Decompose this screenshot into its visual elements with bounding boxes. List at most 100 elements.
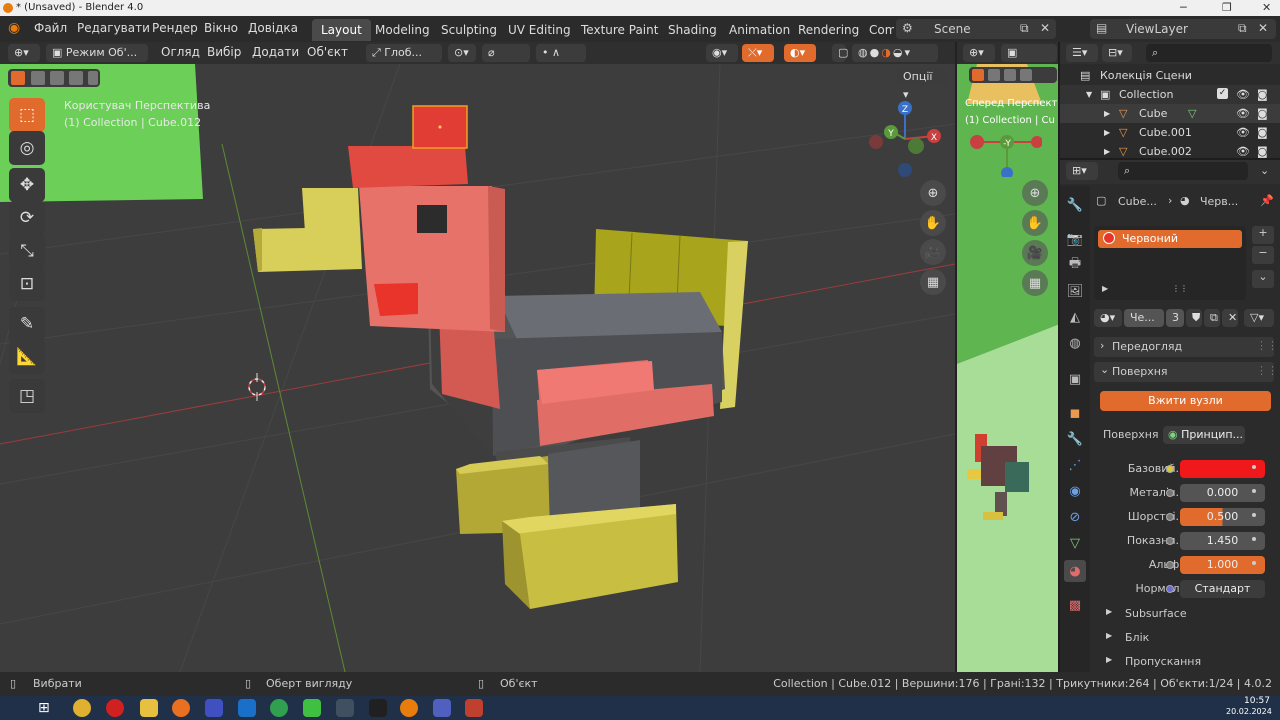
new-viewlayer-icon[interactable]: ⧉ <box>1238 21 1247 36</box>
camera-icon[interactable]: ◙ <box>1257 123 1268 142</box>
solid-shading-icon[interactable]: ● <box>870 46 882 59</box>
scene-selector[interactable]: ⚙ Scene ⧉ ✕ <box>896 19 1056 39</box>
expand-icon[interactable]: ▶ <box>1104 104 1110 123</box>
panel-preview[interactable]: › Передогляд ⋮⋮ <box>1094 337 1278 357</box>
menu-view[interactable]: Огляд <box>161 45 200 59</box>
material-slots-list[interactable]: Червоний ▶ ⋮⋮ <box>1094 226 1246 300</box>
tab-layout[interactable]: Layout <box>312 19 371 41</box>
select-mode-bar[interactable] <box>8 69 100 87</box>
menu-window[interactable]: Вікно <box>204 21 238 35</box>
save-app-icon[interactable] <box>205 699 223 717</box>
menu-help[interactable]: Довідка <box>248 21 298 35</box>
maximize-icon[interactable]: ❐ <box>1222 1 1232 14</box>
tab-compositing[interactable]: Com <box>860 19 894 41</box>
camera-icon[interactable]: ◙ <box>1257 142 1268 158</box>
select-intersect-icon[interactable] <box>88 71 98 85</box>
secondary-select-extend-icon[interactable] <box>988 69 1000 81</box>
render-tab-icon[interactable]: 📷 <box>1064 228 1086 250</box>
menu-render[interactable]: Рендер <box>152 21 198 35</box>
orientation-selector[interactable]: ⤢ Глоб... <box>366 44 442 62</box>
outliner-item-collection[interactable]: ▼ ▣ Collection ✓ 👁 ◙ <box>1060 85 1280 104</box>
properties-editor-type-icon[interactable]: ⊞▾ <box>1066 162 1098 180</box>
secondary-camera-icon[interactable]: 🎥 <box>1022 240 1048 266</box>
ior-field[interactable]: 1.450 <box>1180 532 1265 550</box>
subpanel-transmission[interactable]: ▶ Пропускання <box>1104 653 1274 671</box>
tab-texture-paint[interactable]: Texture Paint <box>572 19 667 41</box>
menu-select[interactable]: Вибір <box>207 45 241 59</box>
menu-file[interactable]: Файл <box>34 21 67 35</box>
material-shading-icon[interactable]: ◑ <box>881 46 893 59</box>
blender-taskbar-icon[interactable] <box>400 699 418 717</box>
slot-expand-icon[interactable]: ▶ <box>1102 284 1108 293</box>
teams-icon[interactable] <box>433 699 451 717</box>
keyframe-dot-icon[interactable] <box>1252 513 1256 517</box>
ior-socket-icon[interactable] <box>1166 537 1174 545</box>
inkscape-icon[interactable] <box>336 699 354 717</box>
secondary-zoom-icon[interactable]: ⊕ <box>1022 180 1048 206</box>
material-browse-icon[interactable]: ◕▾ <box>1094 309 1122 327</box>
normal-field[interactable]: Стандарт <box>1180 580 1265 598</box>
material-tab-icon[interactable]: ◕ <box>1064 560 1086 582</box>
expand-icon[interactable]: ▶ <box>1104 123 1110 142</box>
remove-slot-icon[interactable]: − <box>1252 246 1274 264</box>
properties-options-icon[interactable]: ⌄ <box>1260 164 1269 177</box>
opera-icon[interactable] <box>106 699 124 717</box>
viewport-3d[interactable]: Z X Y Користувач Перспектива (1) Collect… <box>0 64 955 672</box>
perspective-grid-icon[interactable]: ▦ <box>920 269 946 295</box>
select-box-tool-icon[interactable]: ⬚ <box>9 98 45 132</box>
tab-modeling[interactable]: Modeling <box>366 19 439 41</box>
options-dropdown[interactable]: Опції ▾ <box>897 68 947 101</box>
wireframe-shading-icon[interactable]: ◍ <box>858 46 870 59</box>
measure-tool-icon[interactable]: 📐 <box>9 340 45 374</box>
outliner-item-cube-001[interactable]: ▶ ▽ Cube.001 👁 ◙ <box>1060 123 1280 142</box>
keyframe-dot-icon[interactable] <box>1252 561 1256 565</box>
metallic-socket-icon[interactable] <box>1166 489 1174 497</box>
secondary-viewport[interactable]: ⊕▾ ▣ Режим Сперед Перспект (1) Collectio… <box>955 42 1058 672</box>
secondary-editor-type-icon[interactable]: ⊕▾ <box>963 44 995 62</box>
eye-icon[interactable]: 👁 <box>1236 123 1250 142</box>
slot-menu-icon[interactable]: ⌄ <box>1252 270 1274 288</box>
modifier-tab-icon[interactable]: 🔧 <box>1064 428 1086 450</box>
viewlayer-selector[interactable]: ▤ ViewLayer ⧉ ✕ <box>1090 19 1276 39</box>
snap-icon[interactable]: ⌀ ⋮⋮▾ <box>482 44 530 77</box>
physics-tab-icon[interactable]: ◉ <box>1064 480 1086 502</box>
secondary-mode-selector[interactable]: ▣ Режим <box>1001 44 1057 62</box>
close-icon[interactable]: ✕ <box>1262 1 1271 14</box>
normal-socket-icon[interactable] <box>1166 585 1174 593</box>
duplicate-material-icon[interactable]: ⧉ <box>1204 309 1220 327</box>
tool-tab-icon[interactable]: 🔧 <box>1064 194 1086 216</box>
rendered-shading-icon[interactable]: ◒ <box>893 46 905 59</box>
xray-icon[interactable]: ▢ <box>832 44 848 62</box>
secondary-select-mode-bar[interactable] <box>969 67 1057 83</box>
pan-hand-icon[interactable]: ✋ <box>920 210 946 236</box>
camtasia-icon[interactable] <box>303 699 321 717</box>
output-tab-icon[interactable]: 🖶 <box>1064 254 1086 276</box>
move-tool-icon[interactable]: ✥ <box>9 168 45 202</box>
eye-icon[interactable]: 👁 <box>1236 85 1250 104</box>
firefox-icon[interactable] <box>172 699 190 717</box>
secondary-grid-icon[interactable]: ▦ <box>1022 270 1048 296</box>
menu-edit[interactable]: Редагувати <box>77 21 150 35</box>
link-data-icon[interactable]: ▽▾ <box>1244 309 1274 327</box>
select-subtract-icon[interactable] <box>50 71 64 85</box>
outliner-search-input[interactable]: ⌕ <box>1146 44 1272 62</box>
zoom-icon[interactable]: ⊕ <box>920 180 946 206</box>
editor-type-icon[interactable]: ⊕▾ <box>8 44 40 62</box>
transform-tool-icon[interactable]: ⊡ <box>9 267 45 301</box>
camera-icon[interactable]: ◙ <box>1257 104 1268 123</box>
base-color-socket-icon[interactable] <box>1166 465 1174 473</box>
outliner-scene-collection[interactable]: ▤ Колекція Сцени <box>1060 66 1280 85</box>
new-scene-icon[interactable]: ⧉ <box>1020 21 1029 36</box>
secondary-nav-gizmo[interactable]: -Y <box>962 117 1042 177</box>
visibility-icon[interactable]: ◉▾ <box>706 44 738 62</box>
add-cube-tool-icon[interactable]: ◳ <box>9 379 45 413</box>
chrome-icon[interactable] <box>73 699 91 717</box>
mesh-data-tab-icon[interactable]: ▽ <box>1064 532 1086 554</box>
select-invert-icon[interactable] <box>69 71 83 85</box>
drag-handle-icon[interactable]: ⋮⋮ <box>1256 364 1278 377</box>
properties-search-input[interactable]: ⌕ <box>1118 162 1248 180</box>
mode-selector[interactable]: ▣ Режим Об'... <box>46 44 148 62</box>
use-nodes-button[interactable]: Вжити вузли <box>1100 391 1271 411</box>
overlay-toggle-icon[interactable]: ◐▾ <box>784 44 816 62</box>
fake-user-icon[interactable]: ⛊ <box>1186 309 1202 327</box>
